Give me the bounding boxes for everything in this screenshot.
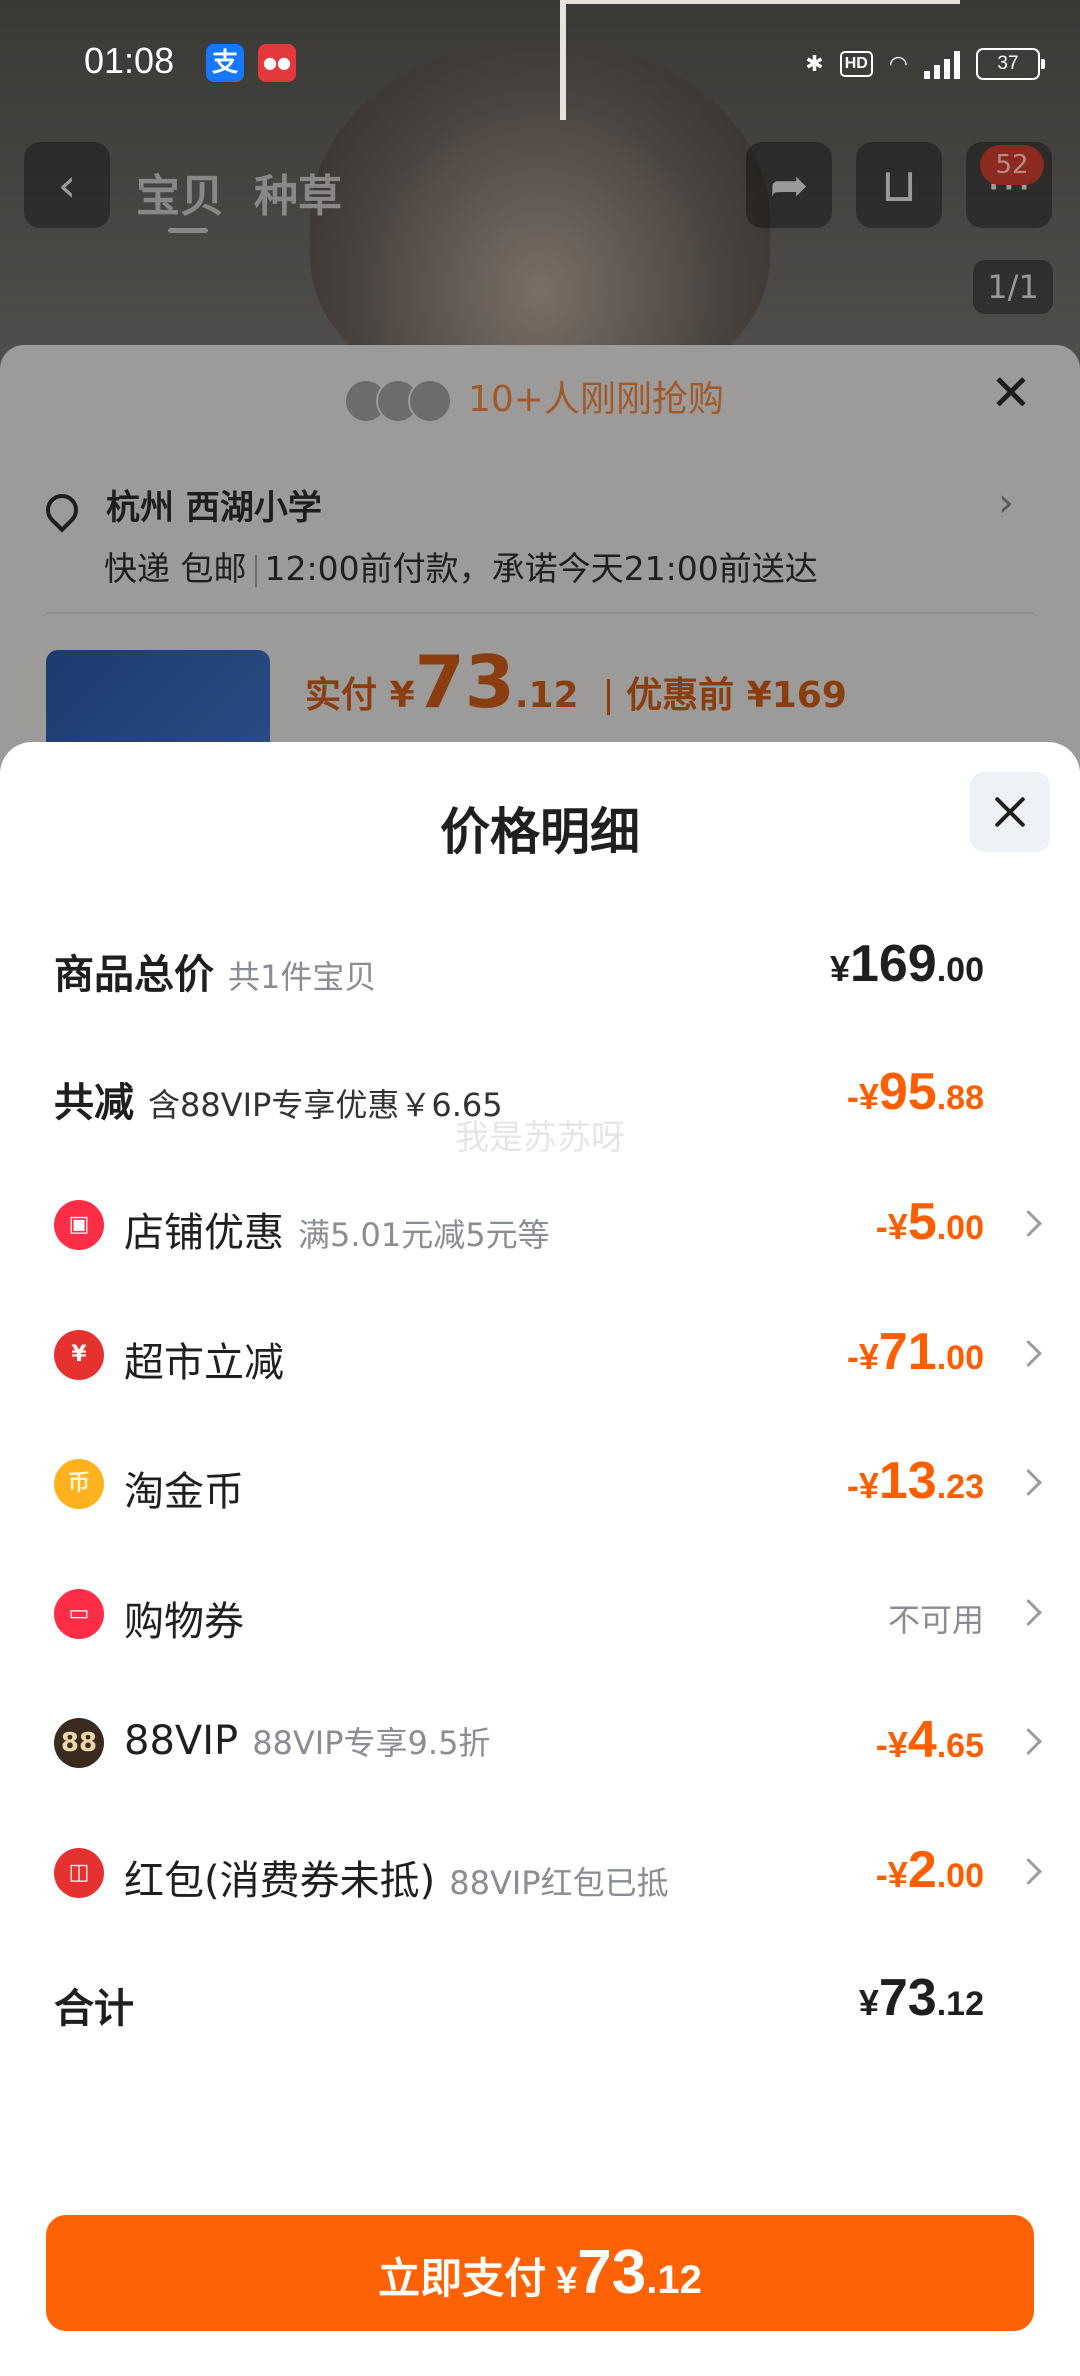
actual-price-label: 实付 (305, 675, 378, 716)
row-label: 购物券 (124, 1599, 244, 1645)
row-sub: 满5.01元减5元等 (298, 1216, 550, 1254)
red-packet-icon: ◫ (54, 1848, 104, 1898)
tab-indicator (168, 228, 208, 233)
location-chevron-icon: › (998, 480, 1014, 526)
row-amount: ¥169.00 (829, 935, 984, 993)
wifi-icon: ◠ (888, 51, 908, 76)
coin-icon: 币 (54, 1459, 104, 1509)
cart-button[interactable]: ⊔ (856, 142, 942, 228)
delivery-info: 快递 包邮 12:00前付款，承诺今天21:00前送达 (104, 542, 818, 590)
row-amount: -¥71.00 (846, 1323, 984, 1381)
status-time: 01:08 (84, 40, 175, 81)
share-button[interactable]: ➦ (746, 142, 832, 228)
location-pin-icon (39, 486, 85, 533)
row-supermarket-discount[interactable]: ¥ 超市立减 -¥71.00 (0, 1314, 1080, 1394)
row-amount: -¥4.65 (875, 1711, 984, 1769)
row-amount: -¥13.23 (846, 1452, 984, 1510)
row-shop-discount[interactable]: ▣ 店铺优惠 满5.01元减5元等 -¥5.00 (0, 1184, 1080, 1264)
row-amount: -¥95.88 (846, 1063, 984, 1121)
signal-icon (924, 49, 960, 79)
pay-now-button[interactable]: 立即支付 ¥73.12 (46, 2215, 1034, 2331)
row-total: 合计 ¥73.12 (0, 1960, 1080, 2040)
row-sub: 含88VIP专享优惠￥6.65 (148, 1086, 503, 1124)
row-shopping-voucher[interactable]: ▭ 购物券 不可用 (0, 1573, 1080, 1653)
recent-buyers-text: 10+人刚刚抢购 (468, 379, 724, 420)
actual-price-summary: 实付 ¥73.12 优惠前 ¥169 (305, 640, 847, 724)
actual-price-currency: ¥ (389, 675, 415, 716)
coupon-yen-icon: ¥ (54, 1330, 104, 1380)
row-taojinbi[interactable]: 币 淘金币 -¥13.23 (0, 1443, 1080, 1523)
row-sub: 88VIP红包已抵 (449, 1864, 669, 1902)
row-label: 合计 (54, 1986, 134, 2032)
row-amount: -¥2.00 (875, 1841, 984, 1899)
actual-price-int: 73 (414, 640, 515, 724)
row-sub: 共1件宝贝 (228, 958, 377, 996)
location-text: 杭州 西湖小学 (106, 488, 322, 528)
row-label: 商品总价 (54, 952, 214, 998)
status-bar: 01:08 支 ●● ✱ HD ◠ 37 (0, 0, 1080, 120)
chevron-right-icon (1015, 1469, 1042, 1496)
recent-buyers: 10+人刚刚抢购 (0, 370, 1080, 423)
bluetooth-icon: ✱ (805, 51, 824, 76)
row-amount: -¥5.00 (875, 1193, 984, 1251)
image-page-indicator: 1/1 (973, 260, 1053, 314)
row-total-reduce: 共减 含88VIP专享优惠￥6.65 -¥95.88 (0, 1054, 1080, 1134)
sheet-title: 价格明细 (440, 803, 640, 861)
divider (46, 612, 1034, 614)
ticket-icon: ▭ (54, 1589, 104, 1639)
tab-zhongcao[interactable]: 种草 (254, 160, 342, 224)
row-red-packet[interactable]: ◫ 红包(消费券未抵) 88VIP红包已抵 -¥2.00 (0, 1832, 1080, 1912)
chevron-right-icon (1015, 1599, 1042, 1626)
delivery-promise: 12:00前付款，承诺今天21:00前送达 (264, 549, 818, 588)
vip88-icon: 88 (54, 1718, 104, 1768)
hd-badge: HD (839, 51, 873, 77)
row-total-goods: 商品总价 共1件宝贝 ¥169.00 (0, 926, 1080, 1006)
purchase-sheet-close-icon[interactable]: ✕ (990, 364, 1032, 422)
delivery-method: 快递 包邮 (104, 549, 247, 588)
pay-button-label: 立即支付 (378, 2254, 547, 2303)
delivery-location[interactable]: 杭州 西湖小学 (39, 480, 322, 533)
row-label: 红包(消费券未抵) (124, 1858, 436, 1904)
back-button[interactable]: ‹ (24, 142, 110, 228)
close-button[interactable] (970, 772, 1050, 852)
chevron-right-icon (1015, 1728, 1042, 1755)
cart-count-badge: 52 (980, 145, 1044, 185)
row-amount: ¥73.12 (858, 1969, 984, 2027)
tmall-icon: ●● (258, 44, 296, 82)
row-sub: 88VIP专享9.5折 (252, 1724, 491, 1762)
original-price: 优惠前 ¥169 (626, 675, 847, 716)
shop-icon: ▣ (54, 1200, 104, 1250)
row-label: 超市立减 (124, 1340, 284, 1386)
buyer-avatars (344, 379, 452, 423)
actual-price-dec: .12 (514, 675, 579, 716)
row-88vip[interactable]: 88 88VIP 88VIP专享9.5折 -¥4.65 (0, 1702, 1080, 1782)
alipay-icon: 支 (206, 44, 244, 82)
row-label: 共减 (54, 1080, 134, 1126)
row-label: 店铺优惠 (124, 1210, 284, 1256)
chevron-right-icon (1015, 1340, 1042, 1367)
battery-icon: 37 (976, 48, 1045, 80)
row-label: 淘金币 (124, 1469, 244, 1515)
row-label: 88VIP (124, 1718, 239, 1764)
chevron-right-icon (1015, 1858, 1042, 1885)
chevron-right-icon (1015, 1210, 1042, 1237)
row-status-text: 不可用 (887, 1601, 984, 1639)
tab-baobei[interactable]: 宝贝 (136, 160, 224, 224)
